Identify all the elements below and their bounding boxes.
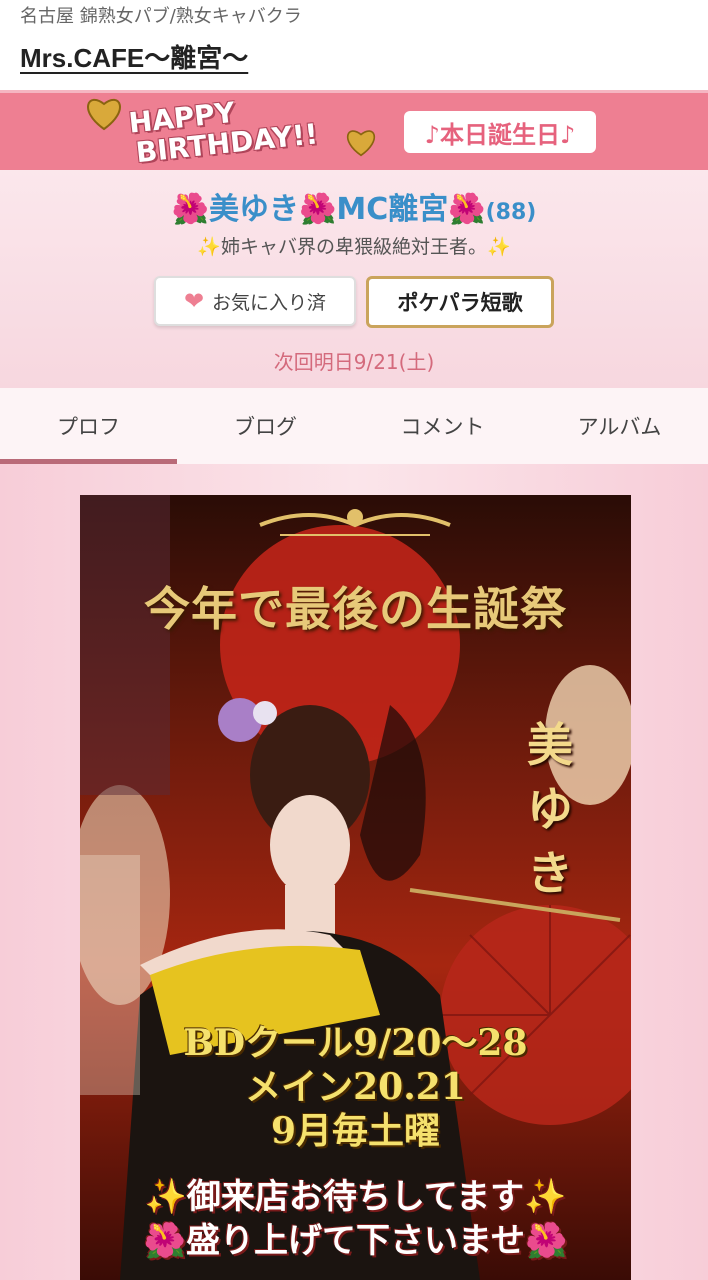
next-attendance: 次回明日9/21(土) [273, 350, 435, 374]
tab-comment[interactable]: コメント [354, 388, 531, 464]
tab-album[interactable]: アルバム [531, 388, 708, 464]
site-header: 名古屋 錦熟女パブ/熟女キャバクラ Mrs.CAFE〜離宮〜 [0, 0, 708, 90]
cast-age: (88) [485, 200, 537, 225]
tab-profile[interactable]: プロフ [0, 388, 177, 464]
catchphrase: ✨姉キャバ界の卑猥級絶対王者。✨ [0, 232, 708, 259]
area-category-text: 名古屋 錦熟女パブ/熟女キャバクラ [20, 6, 302, 27]
hibiscus-icon: 🌺 [448, 192, 486, 227]
cast-name-part: 美ゆき [209, 192, 300, 227]
profile-tabs: プロフ ブログ コメント アルバム [0, 388, 708, 464]
profile-summary: 🌺美ゆき🌺MC離宮🌺(88) ✨姉キャバ界の卑猥級絶対王者。✨ ❤ お気に入り済… [0, 170, 708, 388]
sparkle-icon: ✨ [197, 236, 221, 258]
cast-name-part: MC離宮 [336, 192, 449, 227]
poster-message-line: ✨御来店お待ちしてます✨ [144, 1177, 567, 1217]
favorite-label: お気に入り済 [212, 291, 327, 314]
happy-birthday-logo: HAPPY BIRTHDAY!! [127, 89, 319, 169]
hibiscus-icon: 🌺 [299, 192, 337, 227]
poster-message: ✨御来店お待ちしてます✨ 🌺盛り上げて下さいませ🌺 [80, 1175, 631, 1263]
poster-line: BDクール9/20〜28 [183, 1022, 528, 1064]
heart-icon: ❤ [183, 287, 205, 315]
hibiscus-icon: 🌺 [171, 192, 210, 227]
sparkle-icon: ✨ [487, 236, 511, 258]
favorite-button[interactable]: ❤ お気に入り済 [154, 276, 356, 326]
poster-title: 今年で最後の生誕祭 [144, 582, 567, 636]
birthday-today-badge: ♪本日誕生日♪ [404, 111, 596, 153]
tab-blog[interactable]: ブログ [177, 388, 354, 464]
gold-heart-icon [347, 130, 375, 157]
shop-name-link[interactable]: Mrs.CAFE〜離宮〜 [20, 38, 688, 75]
birthday-banner: HAPPY BIRTHDAY!! ♪本日誕生日♪ [0, 90, 708, 170]
pokepara-tanka-button[interactable]: ポケパラ短歌 [366, 276, 554, 328]
poster-cast-name: 美ゆき [527, 718, 573, 900]
gold-heart-icon [87, 98, 121, 131]
poster-message-line: 🌺盛り上げて下さいませ🌺 [143, 1221, 568, 1261]
poster-line: メイン20.21 [245, 1066, 466, 1108]
cast-name: 🌺美ゆき🌺MC離宮🌺(88) [0, 184, 708, 228]
birthday-event-poster[interactable]: 今年で最後の生誕祭 美ゆき BDクール9/20〜28 メイン20.21 9月毎土… [80, 495, 631, 1280]
poster-schedule: BDクール9/20〜28 メイン20.21 9月毎土曜 [80, 1021, 631, 1153]
poster-line: 9月毎土曜 [270, 1110, 441, 1152]
catchphrase-text: 姉キャバ界の卑猥級絶対王者。 [220, 236, 487, 258]
